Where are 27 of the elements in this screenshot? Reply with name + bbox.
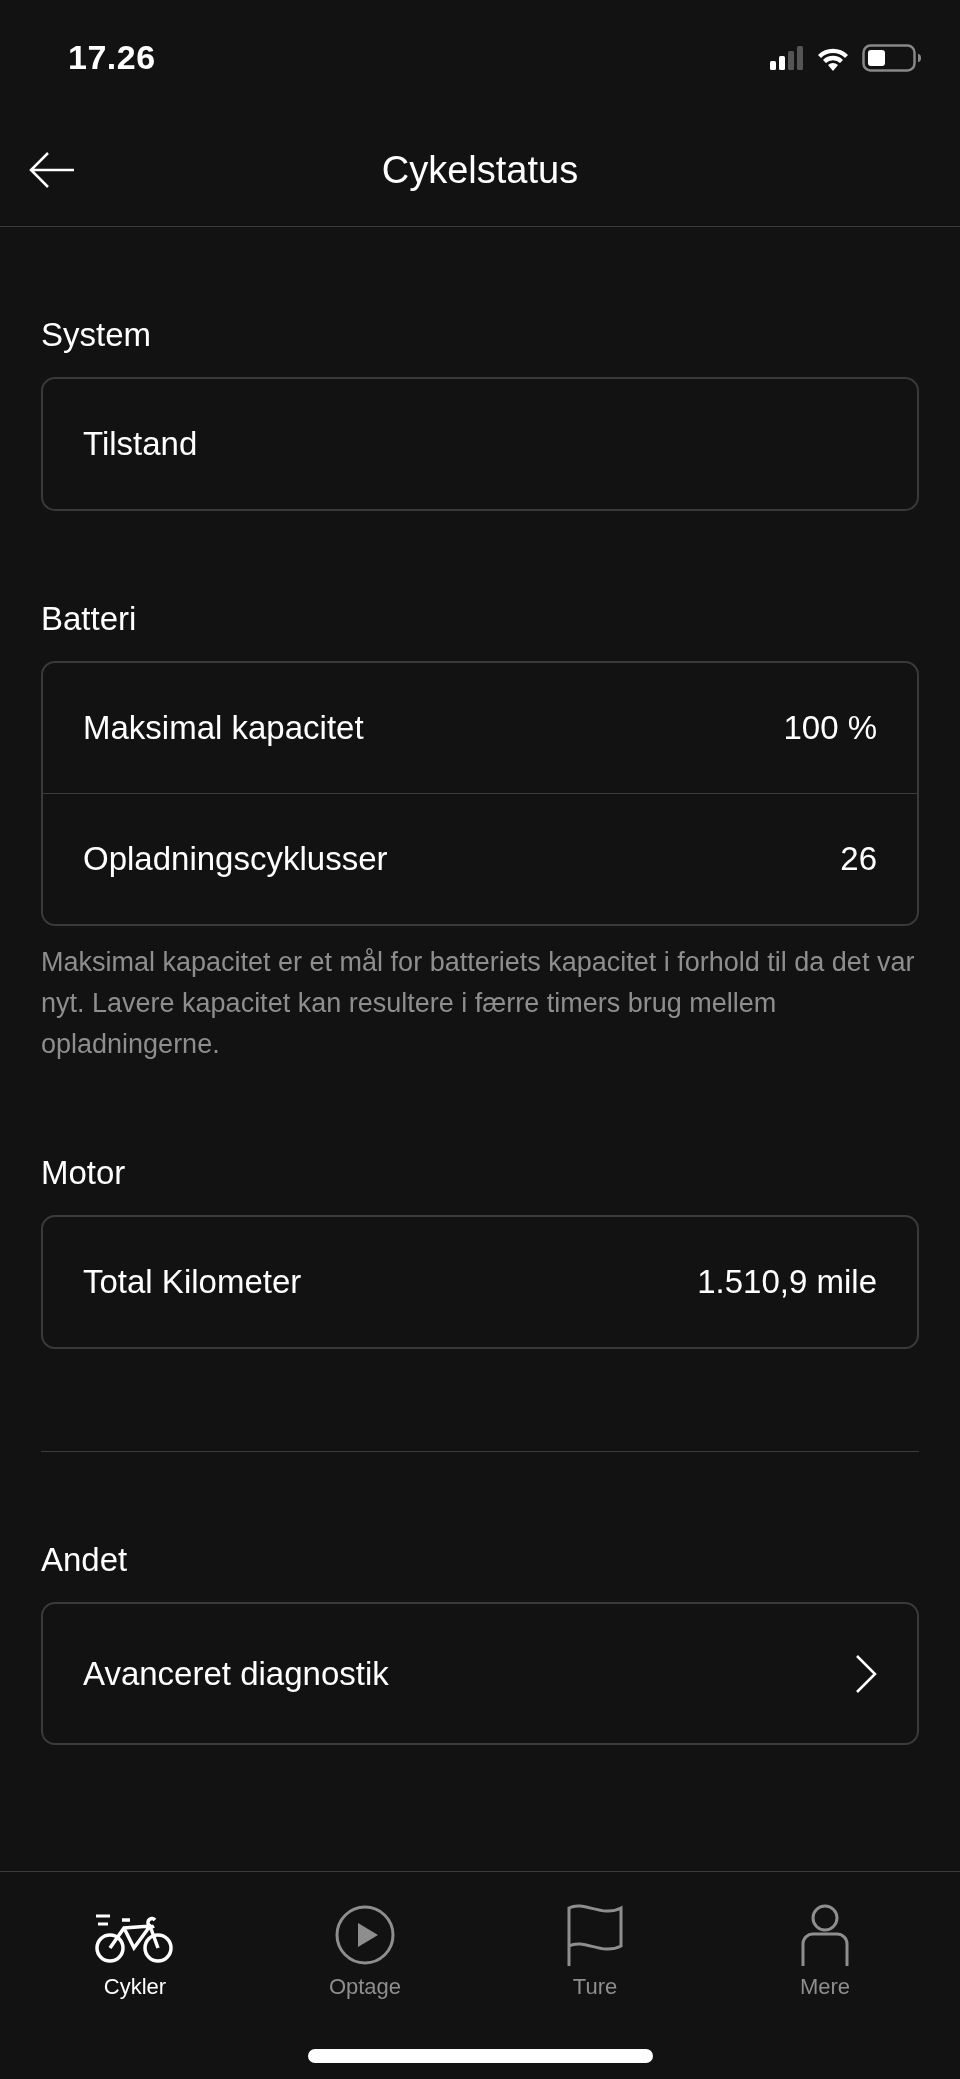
row-label: Opladningscyklusser (83, 840, 388, 878)
section-title: System (41, 315, 153, 355)
tab[interactable]: Ture (510, 1890, 680, 2000)
signal-icon (770, 45, 804, 70)
tab[interactable]: Cykler (50, 1890, 220, 2000)
section-title: Motor (41, 1153, 127, 1193)
battery-icon (862, 43, 922, 72)
row-value: 1.510,9 mile (697, 1263, 877, 1301)
person-icon (800, 1904, 850, 1966)
tab[interactable]: Mere (740, 1890, 910, 2000)
section-title: Andet (41, 1540, 129, 1580)
tab[interactable]: Optage (280, 1890, 450, 2000)
play-icon (334, 1904, 396, 1966)
page-title: Cykelstatus (381, 149, 579, 192)
battery-note: Maksimal kapacitet er et mål for batteriets kapacitet i forhold til da det var nyt. Lavere kapacitet kan resultere i færre timers brug mellem opladningerne. (41, 946, 916, 1061)
section-title: Batteri (41, 599, 138, 639)
row-label: Total Kilometer (83, 1263, 302, 1301)
diagnostics-row[interactable]: Avanceret diagnostik (43, 1604, 917, 1743)
row-label: Tilstand (83, 425, 198, 463)
chevron-icon (855, 1653, 877, 1694)
row-label: Maksimal kapacitet (83, 709, 364, 747)
back-button[interactable] (28, 151, 76, 189)
row-value: 100 % (783, 709, 877, 747)
bicycle-icon (94, 1912, 176, 1966)
status-time: 17.26 (68, 38, 156, 77)
row-value: 26 (840, 840, 877, 878)
flag-icon (566, 1904, 624, 1966)
